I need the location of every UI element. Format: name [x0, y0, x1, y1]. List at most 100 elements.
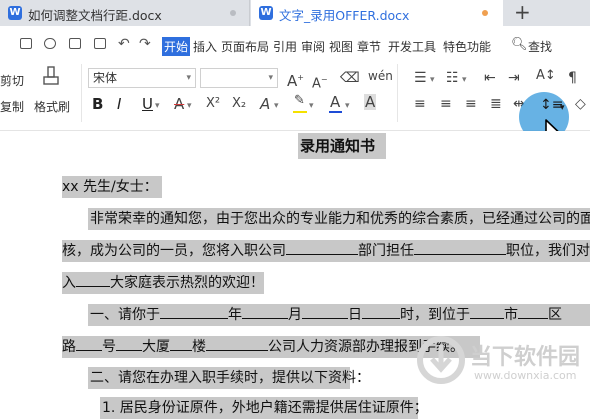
font-name-select[interactable]: 宋体 ▾	[88, 68, 196, 88]
text-run: 职位，我们对	[506, 243, 590, 259]
copy-button[interactable]: 复制	[0, 98, 24, 115]
underline-button[interactable]: U	[142, 96, 153, 112]
print-icon[interactable]	[69, 38, 81, 49]
menu-item-developer[interactable]: 开发工具	[388, 38, 436, 55]
new-tab-button[interactable]: +	[514, 2, 531, 22]
show-marks-icon[interactable]: ¶	[568, 70, 577, 86]
fill-blank	[470, 304, 504, 319]
menu-item-review[interactable]: 审阅	[301, 38, 325, 55]
chevron-down-icon: ▾	[186, 73, 191, 83]
strikethrough-button[interactable]: A	[174, 96, 184, 112]
list-item-continuation: 路号大厦楼公司人力资源部办理报到手续。	[62, 336, 464, 358]
save-icon[interactable]	[20, 38, 32, 49]
bold-button[interactable]: B	[92, 96, 103, 112]
fill-blank	[76, 336, 102, 351]
menu-item-view[interactable]: 视图	[329, 38, 353, 55]
tab-doc-line-spacing[interactable]: W 如何调整文档行距.docx	[0, 0, 250, 26]
fill-blank	[414, 240, 506, 255]
fill-blank	[170, 336, 192, 351]
export-pdf-icon[interactable]	[44, 38, 56, 49]
list-item: 一、请你于 年 月 日 时，到位于 市 区	[90, 304, 562, 326]
list-sub-item: 1. 居民身份证原件，外地户籍还需提供居住证原件；	[102, 400, 428, 416]
subscript-button[interactable]: X₂	[232, 96, 246, 112]
grow-font-icon[interactable]: A+	[287, 70, 304, 89]
tab-offer-doc[interactable]: W 文字_录用OFFER.docx	[251, 0, 503, 26]
search-icon[interactable]: 🔍︎	[511, 37, 528, 52]
text-run: 月	[288, 307, 302, 323]
unsaved-dot-icon[interactable]	[482, 10, 488, 16]
menu-item-section[interactable]: 章节	[357, 38, 381, 55]
text-run: 一、请你于	[90, 307, 160, 323]
decrease-indent-icon[interactable]: ⇤	[484, 70, 496, 86]
menu-item-home[interactable]: 开始	[162, 37, 191, 56]
text-run: 大厦	[142, 339, 170, 355]
text-run: 时，到位于	[400, 307, 470, 323]
text-run: 年	[228, 307, 242, 323]
font-size-select[interactable]: ▾	[200, 68, 278, 88]
wps-writer-icon: W	[259, 6, 273, 20]
italic-button[interactable]: I	[117, 96, 121, 112]
align-left-icon[interactable]: ≡	[414, 96, 426, 112]
chevron-down-icon[interactable]: ▾	[430, 72, 435, 88]
text-run: 部门担任	[358, 243, 414, 259]
chevron-down-icon[interactable]: ▾	[345, 98, 350, 114]
search-label[interactable]: 查找	[528, 38, 552, 55]
phonetic-guide-icon[interactable]: wén	[368, 68, 393, 84]
tab-close-dot-icon[interactable]	[230, 10, 236, 16]
menu-item-page-layout[interactable]: 页面布局	[221, 38, 269, 55]
text-run: 核，成为公司的一员，您将入职公司	[62, 243, 286, 259]
char-shading-button[interactable]: A	[364, 94, 377, 110]
numbered-list-icon[interactable]: ☷	[446, 70, 459, 86]
fill-blank	[286, 240, 358, 255]
justify-icon[interactable]: ≣	[490, 96, 502, 112]
align-center-icon[interactable]: ≡	[440, 96, 452, 112]
format-painter-icon	[42, 66, 60, 88]
increase-indent-icon[interactable]: ⇥	[508, 70, 520, 86]
superscript-button[interactable]: X²	[206, 96, 220, 112]
fill-blank	[206, 336, 268, 351]
font-color-bar	[329, 111, 342, 113]
chevron-down-icon: ▾	[268, 73, 273, 83]
text-run: 楼	[192, 339, 206, 355]
text-effects-button[interactable]: A	[260, 96, 270, 112]
cut-button[interactable]: 剪切	[0, 72, 24, 89]
clear-format-icon[interactable]: ⌫	[340, 70, 360, 86]
tab-label: 文字_录用OFFER.docx	[279, 8, 410, 23]
chevron-down-icon[interactable]: ▾	[560, 100, 565, 116]
fill-blank	[518, 304, 548, 319]
font-color-button[interactable]: A	[330, 94, 340, 110]
align-right-icon[interactable]: ≡	[465, 96, 477, 112]
highlight-icon[interactable]: ✎	[294, 93, 305, 109]
fill-blank	[116, 336, 142, 351]
text-run: 市	[504, 307, 518, 323]
format-painter-button[interactable]: 格式刷	[34, 98, 70, 115]
shading-icon[interactable]: ◇	[575, 96, 586, 112]
menu-item-features[interactable]: 特色功能	[443, 38, 491, 55]
bullet-list-icon[interactable]: ☰	[414, 70, 427, 86]
undo-icon[interactable]: ↶	[118, 36, 130, 52]
document-title: 录用通知书	[300, 137, 376, 155]
chevron-down-icon[interactable]: ▾	[462, 72, 467, 88]
watermark-name: 当下软件园	[470, 345, 581, 370]
print-preview-icon[interactable]	[94, 38, 106, 49]
redo-icon[interactable]: ↷	[139, 36, 151, 52]
text-run: 大家庭表示热烈的欢迎！	[110, 275, 264, 291]
chevron-down-icon[interactable]: ▾	[155, 98, 160, 114]
shrink-font-icon[interactable]: A−	[312, 72, 328, 92]
paragraph-line: 核，成为公司的一员，您将入职公司 部门担任 职位，我们对	[62, 240, 590, 262]
menu-item-references[interactable]: 引用	[273, 38, 297, 55]
fill-blank	[362, 304, 400, 319]
list-item: 二、请您在办理入职手续时，提供以下资料：	[90, 370, 370, 386]
highlight-color-bar	[293, 111, 307, 113]
chevron-down-icon[interactable]: ▾	[274, 98, 279, 114]
sort-icon[interactable]: A↕	[536, 68, 556, 84]
menu-item-insert[interactable]: 插入	[193, 38, 217, 55]
wps-writer-icon: W	[8, 6, 22, 20]
tab-bar: W 如何调整文档行距.docx W 文字_录用OFFER.docx +	[0, 0, 590, 26]
chevron-down-icon[interactable]: ▾	[187, 98, 192, 114]
text-run: 日	[348, 307, 362, 323]
fill-blank	[160, 304, 228, 319]
text-run: 入	[62, 275, 76, 291]
chevron-down-icon[interactable]: ▾	[309, 98, 314, 114]
salutation: xx 先生/女士：	[62, 179, 158, 195]
